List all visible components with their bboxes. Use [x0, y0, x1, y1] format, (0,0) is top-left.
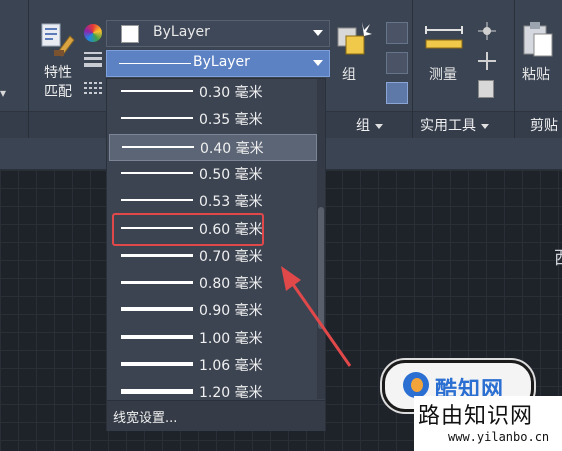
lineweight-option[interactable]: 0.90 毫米	[109, 297, 315, 322]
color-combo[interactable]: ByLayer	[106, 20, 330, 47]
match-properties-label[interactable]: 特性 匹配	[32, 64, 84, 102]
lineweight-sample	[121, 199, 193, 202]
ungroup-icon[interactable]	[386, 22, 408, 44]
canvas-partial-text: 西	[554, 244, 562, 270]
color-wheel-icon[interactable]	[84, 24, 102, 42]
calculator-icon[interactable]	[478, 80, 494, 98]
lineweight-sample	[121, 253, 193, 257]
lineweight-option-label: 0.35 毫米	[199, 112, 263, 129]
lineweight-option[interactable]: 0.53 毫米	[109, 188, 315, 213]
paste-icon[interactable]	[522, 22, 554, 58]
lineweight-sample	[121, 334, 193, 339]
lineweight-option[interactable]: 0.50 毫米	[109, 161, 315, 186]
crosshair-icon[interactable]	[476, 50, 498, 72]
lineweight-sample	[121, 90, 193, 92]
caret-down-icon	[481, 123, 489, 129]
lineweight-option-label: 0.80 毫米	[199, 276, 263, 293]
scrollbar-thumb[interactable]	[318, 207, 324, 329]
highlight-annotation-box	[112, 213, 264, 246]
linetype-icon[interactable]	[84, 82, 102, 96]
lineweight-sample	[121, 307, 193, 312]
lineweight-preview	[119, 63, 191, 64]
dropdown-scrollbar[interactable]	[317, 79, 325, 399]
watermark-url: www.yilanbo.cn	[448, 430, 550, 444]
lineweight-option-label: 0.50 毫米	[199, 166, 263, 183]
lineweight-option[interactable]: 0.40 毫米	[109, 133, 317, 161]
lineweight-option[interactable]: 1.20 毫米	[109, 379, 315, 399]
lineweight-option-label: 0.40 毫米	[200, 140, 264, 157]
match-properties-icon[interactable]	[40, 22, 76, 58]
watermark-title: 路由知识网	[418, 404, 534, 429]
lineweight-option-label: 0.53 毫米	[199, 194, 263, 211]
lineweight-option[interactable]: 1.06 毫米	[109, 352, 315, 377]
ribbon-separator	[28, 0, 29, 138]
group-edit-icon[interactable]	[386, 52, 408, 74]
group-icon[interactable]	[336, 20, 372, 56]
ribbon-separator	[412, 0, 413, 138]
lineweight-sample	[121, 117, 193, 120]
measure-label[interactable]: 测量	[429, 64, 457, 84]
lineweight-option-label: 0.70 毫米	[199, 248, 263, 265]
group-label[interactable]: 组	[342, 64, 356, 84]
lineweight-sample	[122, 145, 194, 148]
lineweight-settings-label: 线宽设置...	[113, 411, 178, 426]
lineweight-combo[interactable]: ByLayer	[106, 50, 330, 77]
lineweight-option[interactable]: 1.00 毫米	[109, 325, 315, 350]
clipboard-panel-title[interactable]: 剪贴	[530, 115, 558, 135]
lineweight-dropdown: 0.30 毫米 0.35 毫米 0.40 毫米 0.50 毫米 0.53 毫米 0.60 …	[106, 78, 326, 431]
chevron-down-icon	[313, 60, 323, 66]
measure-icon[interactable]	[424, 24, 464, 52]
color-combo-value: ByLayer	[153, 24, 210, 40]
lineweight-settings-item[interactable]: 线宽设置...	[107, 400, 325, 431]
utilities-column	[476, 20, 498, 100]
group-select-icon[interactable]	[386, 82, 408, 104]
caret-down-icon	[375, 123, 383, 129]
lineweight-option-label: 0.30 毫米	[199, 85, 263, 101]
lineweight-option-label: 0.90 毫米	[199, 303, 263, 320]
lineweight-sample	[121, 362, 193, 366]
panel-dropdown-caret[interactable]: ▾	[0, 86, 6, 100]
lineweight-sample	[121, 281, 193, 285]
lineweight-sample	[121, 171, 193, 174]
lineweight-option[interactable]: 0.30 毫米	[109, 79, 315, 104]
lineweight-icon[interactable]	[84, 52, 102, 67]
watermark-panel: 路由知识网 www.yilanbo.cn	[414, 396, 562, 451]
paste-label[interactable]: 粘贴	[522, 64, 550, 84]
id-point-icon[interactable]	[476, 20, 498, 42]
lineweight-option[interactable]: 0.80 毫米	[109, 270, 315, 295]
lineweight-option-label: 1.20 毫米	[199, 385, 263, 399]
lineweight-combo-value: ByLayer	[193, 54, 250, 70]
ribbon-separator	[514, 0, 515, 138]
lineweight-option-label: 1.00 毫米	[199, 330, 263, 347]
lineweight-option[interactable]: 0.70 毫米	[109, 243, 315, 268]
group-panel-title[interactable]: 组	[356, 115, 383, 135]
utilities-panel-title[interactable]: 实用工具	[420, 115, 489, 135]
lineweight-option-label: 1.06 毫米	[199, 358, 263, 374]
lineweight-sample	[121, 389, 193, 395]
lineweight-option[interactable]: 0.35 毫米	[109, 106, 315, 131]
chevron-down-icon	[313, 30, 323, 36]
watermark-logo-dot	[411, 378, 423, 392]
color-swatch	[121, 25, 139, 43]
